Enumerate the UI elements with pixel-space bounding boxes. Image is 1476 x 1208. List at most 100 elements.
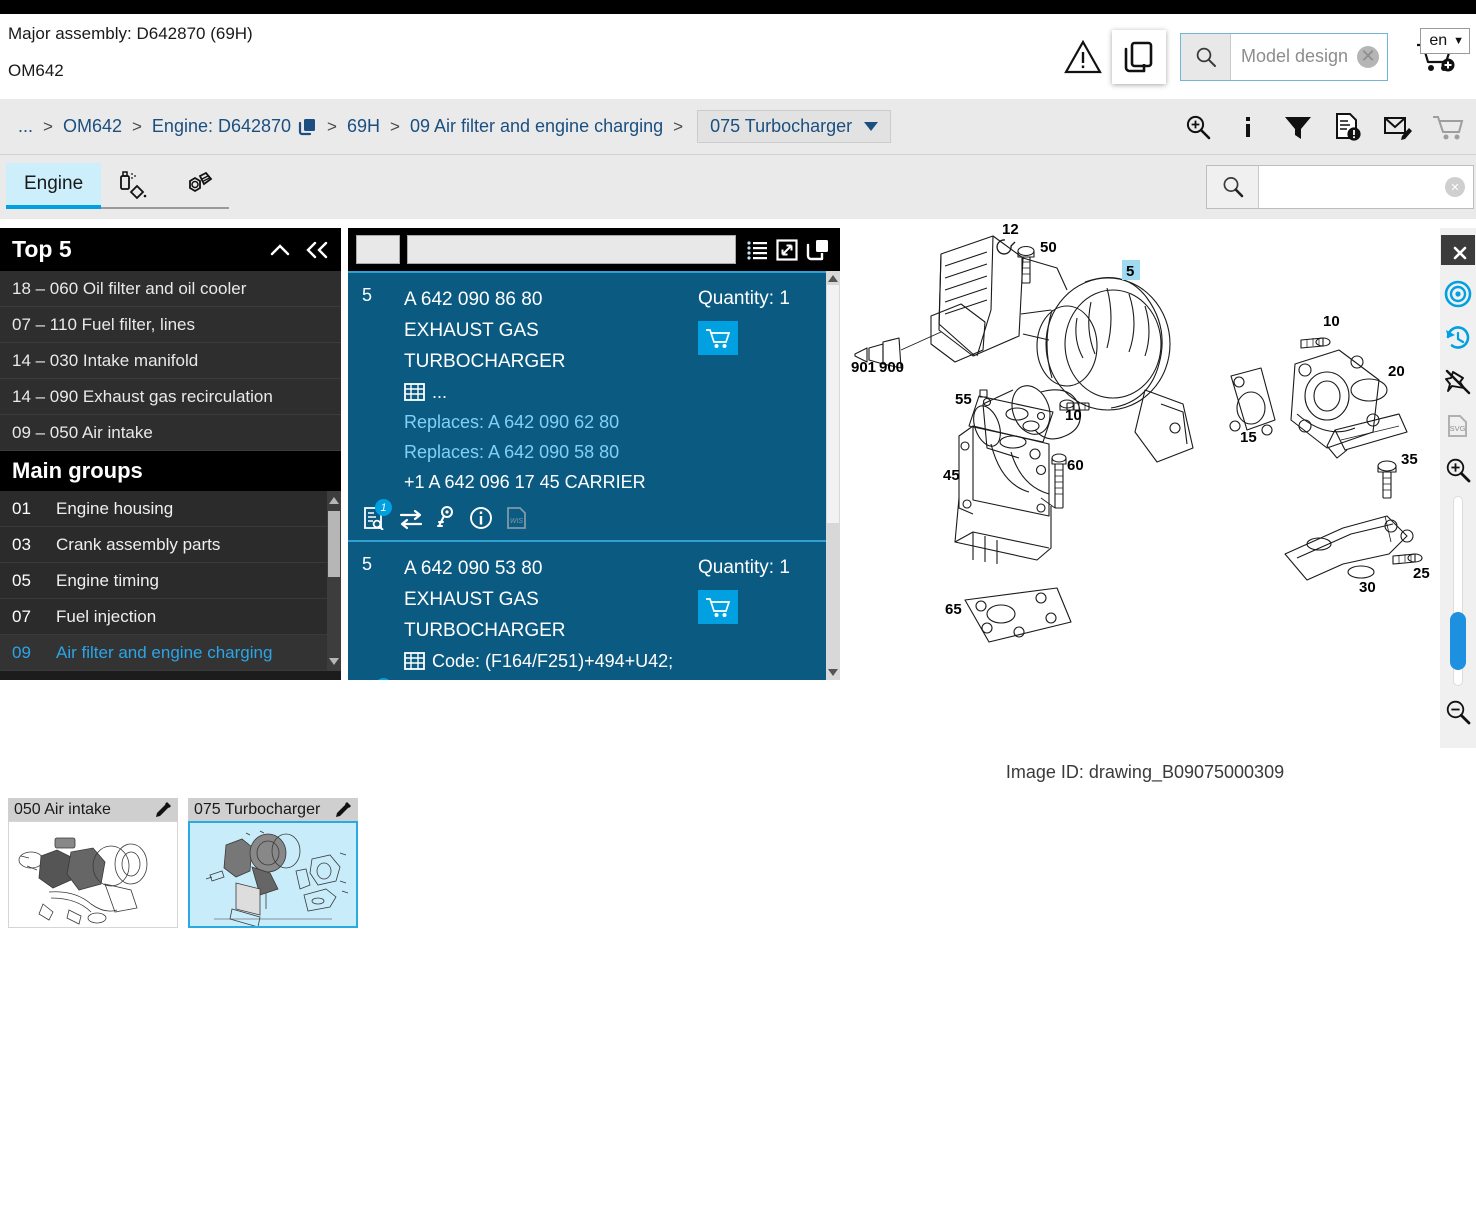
callout-20: 20 [1388,363,1405,380]
top-black-strip [0,0,1476,14]
table-grid-icon[interactable] [404,382,425,402]
part-card-0[interactable]: 5 A 642 090 86 80 EXHAUST GAS TURBOCHARG… [348,271,840,540]
add-to-cart-button[interactable] [698,321,738,355]
zoom-slider-knob[interactable] [1450,612,1466,670]
main-groups-list: 01 Engine housing 03 Crank assembly part… [0,491,341,671]
part-code-row: ... [404,377,698,407]
breadcrumb-item-0[interactable]: ... [18,116,33,137]
info-icon[interactable] [1232,111,1264,143]
thumbnail-075-turbocharger[interactable]: 075 Turbocharger [188,798,358,928]
edit-icon[interactable] [335,801,352,818]
zoom-slider[interactable] [1450,496,1466,686]
add-to-cart-button[interactable] [698,590,738,624]
part-main-info: A 642 090 86 80 EXHAUST GAS TURBOCHARGER… [404,285,698,497]
thumbnail-label: 050 Air intake [14,801,111,819]
global-search-field[interactable]: ✕ [1259,166,1473,208]
model-search-field[interactable]: Model design ✕ [1231,34,1387,80]
breadcrumb-item-3[interactable]: 69H [347,116,380,137]
scroll-up-arrow-icon[interactable] [329,497,339,504]
part-action-icons: 1 WIS [362,506,826,530]
tab-hardware[interactable] [165,163,229,209]
document-search-icon[interactable]: 1 [362,506,386,530]
wis-document-icon[interactable]: WIS [506,506,528,530]
global-search-button[interactable] [1207,166,1259,208]
duplicate-window-icon[interactable] [806,239,830,261]
main-groups-scrollbar[interactable] [327,491,341,671]
double-chevron-left-icon[interactable] [305,241,329,259]
part-card-top: 5 A 642 090 53 80 EXHAUST GAS TURBOCHARG… [362,554,826,676]
thumbnail-header: 075 Turbocharger [188,798,358,821]
tab-paint[interactable] [101,163,165,209]
thumbnail-header: 050 Air intake [8,798,178,821]
global-search-clear-icon[interactable]: ✕ [1445,177,1465,197]
close-window-button[interactable] [1440,228,1476,272]
model-design-search[interactable]: Model design ✕ [1180,33,1388,81]
global-search-input[interactable] [1259,166,1473,208]
language-select[interactable]: en ▼ [1420,28,1470,54]
parts-list-scrollbar[interactable] [826,271,840,680]
breadcrumb-item-2[interactable]: Engine: D642870 [152,116,291,137]
svg-export-icon[interactable]: SVG [1440,404,1476,448]
main-group-label: Engine housing [56,499,173,519]
part-card-1[interactable]: 5 A 642 090 53 80 EXHAUST GAS TURBOCHARG… [348,540,840,680]
copy-documents-button[interactable] [1112,30,1166,84]
exploded-view-drawing[interactable]: 12 50 5 901 900 55 10 60 45 65 15 10 20 … [845,214,1445,694]
info-circle-icon[interactable] [469,506,493,530]
parts-search-input[interactable] [407,235,736,264]
unpin-icon[interactable] [1440,360,1476,404]
mail-edit-icon[interactable] [1382,111,1414,143]
main-group-label: Fuel injection [56,607,156,627]
top5-item-1[interactable]: 07 – 110 Fuel filter, lines [0,307,341,343]
main-group-item-07[interactable]: 07 Fuel injection [0,599,341,635]
scroll-down-arrow-icon[interactable] [828,669,838,676]
page-header: Major assembly: D642870 (69H) OM642 [0,14,1476,99]
main-group-item-09[interactable]: 09 Air filter and engine charging [0,635,341,671]
global-search[interactable]: ✕ [1206,165,1474,209]
document-alert-icon[interactable] [1332,111,1364,143]
breadcrumb-item-1[interactable]: OM642 [63,116,122,137]
main-group-item-03[interactable]: 03 Crank assembly parts [0,527,341,563]
part-quantity: Quantity: 1 [698,554,826,582]
thumbnail-050-air-intake[interactable]: 050 Air intake [8,798,178,928]
table-grid-icon[interactable] [404,651,425,671]
breadcrumb-item-4[interactable]: 09 Air filter and engine charging [410,116,663,137]
chevron-up-icon[interactable] [269,242,291,258]
main-group-item-01[interactable]: 01 Engine housing [0,491,341,527]
model-search-clear-icon[interactable]: ✕ [1357,46,1379,68]
callout-901: 901 [851,359,876,376]
part-quantity-block: Quantity: 1 [698,554,826,676]
history-reset-icon[interactable] [1440,316,1476,360]
parts-filter-box[interactable] [356,235,400,264]
tab-row: Engine [0,155,1476,219]
breadcrumb-copy-icon[interactable] [298,117,317,136]
zoom-in-icon[interactable] [1182,111,1214,143]
thumbnail-image-turbocharger[interactable] [188,821,358,928]
key-icon[interactable] [436,506,456,530]
expand-icon[interactable] [776,239,798,261]
part-quantity-label: Quantity: [698,288,774,309]
zoom-out-icon[interactable] [1440,690,1476,734]
thumbnail-image-air-intake[interactable] [8,821,178,928]
scrollbar-thumb[interactable] [328,511,340,577]
breadcrumb-current-dropdown[interactable]: 075 Turbocharger [697,110,891,143]
swap-arrows-icon[interactable] [399,508,423,530]
filter-icon[interactable] [1282,111,1314,143]
target-locate-icon[interactable] [1440,272,1476,316]
search-icon [1195,46,1217,68]
tab-engine[interactable]: Engine [6,163,101,209]
scroll-up-arrow-icon[interactable] [828,275,838,282]
scrollbar-thumb[interactable] [827,285,839,523]
edit-icon[interactable] [155,801,172,818]
cart-icon[interactable] [1432,111,1464,143]
top5-item-3[interactable]: 14 – 090 Exhaust gas recirculation [0,379,341,415]
top5-item-4[interactable]: 09 – 050 Air intake [0,415,341,451]
scroll-down-arrow-icon[interactable] [329,658,339,665]
warning-triangle-icon[interactable] [1060,34,1106,80]
list-view-icon[interactable] [746,240,768,260]
main-group-item-05[interactable]: 05 Engine timing [0,563,341,599]
top5-item-2[interactable]: 14 – 030 Intake manifold [0,343,341,379]
zoom-in-icon[interactable] [1440,448,1476,492]
model-search-button[interactable] [1181,34,1231,80]
top5-item-0[interactable]: 18 – 060 Oil filter and oil cooler [0,271,341,307]
part-quantity-block: Quantity: 1 [698,285,826,497]
